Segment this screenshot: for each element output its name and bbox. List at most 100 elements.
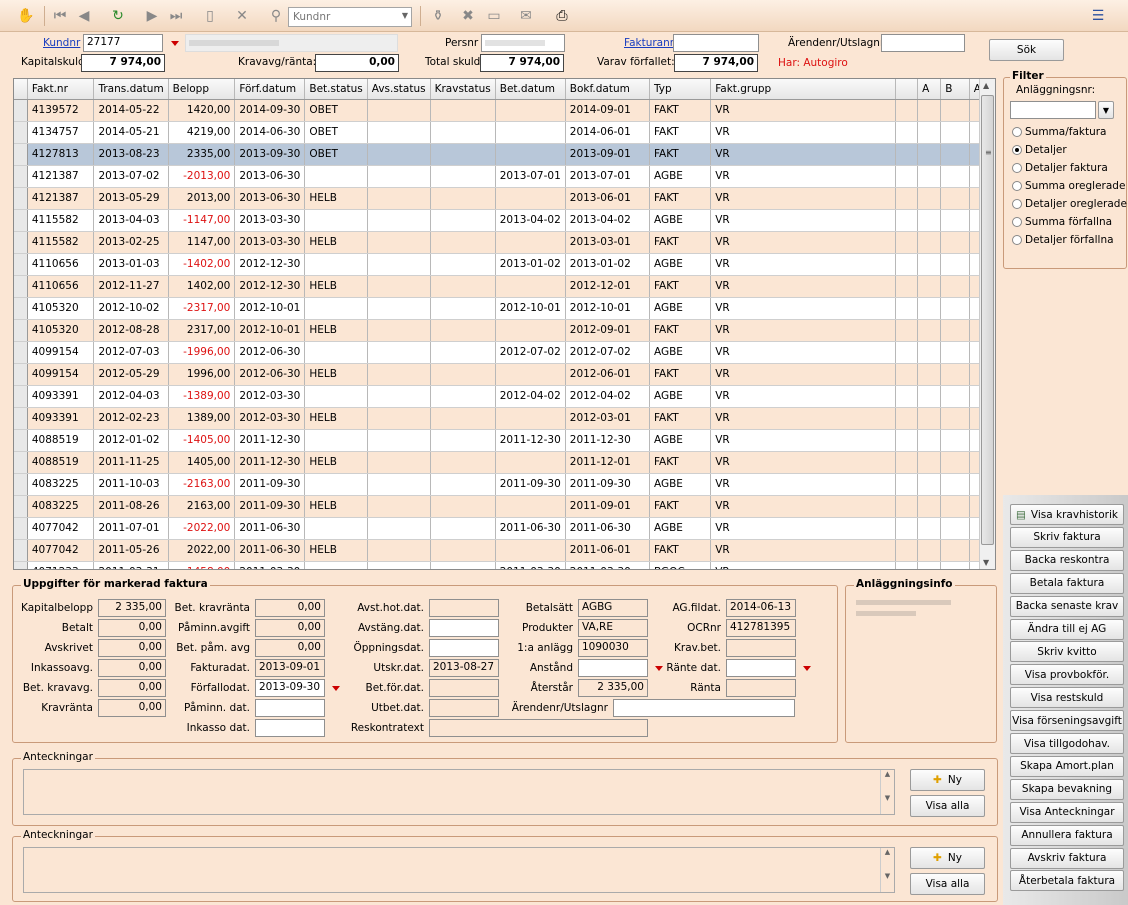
action-button[interactable]: Betala faktura [1010,572,1124,594]
table-row[interactable]: 4093391 2012-02-23 1389,00 2012-03-30 HELB 20… [14,407,995,430]
persnr-input[interactable] [481,34,565,52]
row-indicator[interactable] [14,341,28,364]
ag-fildat-field[interactable]: 2014-06-13 [726,599,796,617]
show-all-notes-button[interactable]: Visa alla [910,873,985,895]
action-button[interactable]: Visa förseningsavgift [1010,710,1124,732]
action-button[interactable]: ▤ Visa kravhistorik [1010,504,1124,525]
filter-option[interactable]: Summa oreglerade [1012,180,1125,192]
action-button[interactable]: Visa tillgodohav. [1010,733,1124,754]
row-indicator[interactable] [14,473,28,496]
action-button[interactable]: Återbetala faktura [1010,870,1124,892]
row-indicator[interactable] [14,363,28,386]
notes-scrollbar[interactable]: ▲ ▼ [880,848,894,892]
table-row[interactable]: 4121387 2013-05-29 2013,00 2013-06-30 HELB 20… [14,187,995,210]
row-indicator[interactable] [14,561,28,569]
action-button[interactable]: Skapa Amort.plan [1010,755,1124,777]
oppnings-field[interactable] [429,639,499,657]
notes-textarea[interactable]: ▲ ▼ [23,769,895,815]
new-document-icon[interactable]: ▯ [200,6,220,26]
bet-for-field[interactable] [429,679,499,697]
forsta-anlagg-field[interactable]: 1090030 [578,639,648,657]
row-indicator[interactable] [14,407,28,430]
radio-icon[interactable] [1012,235,1022,245]
delete-icon[interactable]: ✕ [232,6,252,26]
ranta-field[interactable] [726,679,796,697]
row-indicator[interactable] [14,187,28,210]
action-button[interactable]: Skriv faktura [1010,526,1124,548]
column-header[interactable]: Bet.datum [495,79,566,100]
filter-option[interactable]: Detaljer faktura [1012,162,1108,174]
radio-icon[interactable] [1012,199,1022,209]
betalsatt-field[interactable]: AGBG [578,599,648,617]
action-button[interactable]: Visa Anteckningar [1010,801,1124,823]
table-row[interactable]: 4093391 2012-04-03 -1389,00 2012-03-30 2012-… [14,385,995,408]
row-indicator[interactable] [14,275,28,298]
column-header[interactable]: Bet.status [304,79,368,100]
row-indicator[interactable] [14,253,28,276]
anstand-field[interactable] [578,659,648,677]
row-indicator[interactable] [14,143,28,166]
chevron-down-icon[interactable]: ▼ [402,11,408,20]
action-button[interactable]: Avskriv faktura [1010,847,1124,869]
table-row[interactable]: 4099154 2012-05-29 1996,00 2012-06-30 HELB 20… [14,363,995,386]
reskontratext-field[interactable] [429,719,648,737]
binoculars-icon[interactable]: ⚲ [266,6,286,26]
row-indicator[interactable] [14,539,28,562]
row-indicator[interactable] [14,99,28,122]
krav-bet-field[interactable] [726,639,796,657]
row-indicator[interactable] [14,385,28,408]
paminn-dat-field[interactable] [255,699,325,717]
action-button[interactable]: Visa restskuld [1010,687,1124,709]
table-row[interactable]: 4134757 2014-05-21 4219,00 2014-06-30 OBET 20… [14,121,995,144]
monitor-icon[interactable]: ▭ [484,6,504,26]
action-button[interactable]: Annullera faktura [1010,824,1124,846]
previous-record-icon[interactable]: ◀ [74,6,94,26]
search-button[interactable]: Sök [989,39,1064,61]
row-indicator[interactable] [14,297,28,320]
clear-filter-icon[interactable]: ✖ [458,6,478,26]
action-button[interactable]: Backa senaste krav [1010,595,1124,617]
table-row[interactable]: 4083225 2011-08-26 2163,00 2011-09-30 HELB 20… [14,495,995,518]
table-row[interactable]: 4083225 2011-10-03 -2163,00 2011-09-30 2011-… [14,473,995,496]
search-field-combo[interactable]: Kundnr ▼ [288,7,412,27]
invoice-grid[interactable]: Fakt.nr Trans.datum Belopp Förf.datum Bet.st… [13,78,996,570]
chevron-down-icon[interactable]: ▼ [1098,101,1114,119]
radio-icon[interactable] [1012,163,1022,173]
produkter-field[interactable]: VA,RE [578,619,648,637]
arendenr-input[interactable] [881,34,965,52]
action-button[interactable]: Visa provbokför. [1010,664,1124,686]
column-header[interactable]: Fakt.nr [27,79,95,100]
kundnr-dropdown-icon[interactable] [171,41,179,46]
table-row[interactable]: 4121387 2013-07-02 -2013,00 2013-06-30 2013-… [14,165,995,188]
column-header[interactable]: A [917,79,942,100]
column-header[interactable]: Trans.datum [93,79,169,100]
fakturadat-field[interactable]: 2013-09-01 [255,659,325,677]
table-row[interactable]: 4088519 2012-01-02 -1405,00 2011-12-30 2011-… [14,429,995,452]
scroll-up-icon[interactable]: ▲ [983,81,989,90]
row-indicator[interactable] [14,209,28,232]
row-indicator[interactable] [14,231,28,254]
mail-icon[interactable]: ✉ [516,6,536,26]
inkasso-dat-field[interactable] [255,719,325,737]
notes-textarea[interactable]: ▲ ▼ [23,847,895,893]
scroll-down-icon[interactable]: ▼ [983,558,989,567]
table-row[interactable]: 4110656 2012-11-27 1402,00 2012-12-30 HELB 20… [14,275,995,298]
column-header[interactable]: Förf.datum [234,79,306,100]
table-row[interactable]: 4105320 2012-10-02 -2317,00 2012-10-01 2012-… [14,297,995,320]
show-all-notes-button[interactable]: Visa alla [910,795,985,817]
table-row[interactable]: 4077042 2011-07-01 -2022,00 2011-06-30 2011-… [14,517,995,540]
radio-icon[interactable] [1012,217,1022,227]
table-row[interactable]: 4110656 2013-01-03 -1402,00 2012-12-30 2013-… [14,253,995,276]
row-indicator[interactable] [14,319,28,342]
utskr-field[interactable]: 2013-08-27 [429,659,499,677]
column-header[interactable]: Kravstatus [430,79,496,100]
row-indicator[interactable] [14,451,28,474]
print-preview-icon[interactable]: ⎙ [552,6,572,26]
ocrnr-field[interactable]: 412781395 [726,619,796,637]
new-note-button[interactable]: ✚ Ny [910,847,985,869]
avstang-field[interactable] [429,619,499,637]
new-note-button[interactable]: ✚ Ny [910,769,985,791]
options-menu-icon[interactable]: ☰ [1088,6,1108,26]
filter-option[interactable]: Summa/faktura [1012,126,1106,138]
table-row[interactable]: 4127813 2013-08-23 2335,00 2013-09-30 OBET 20… [14,143,995,166]
